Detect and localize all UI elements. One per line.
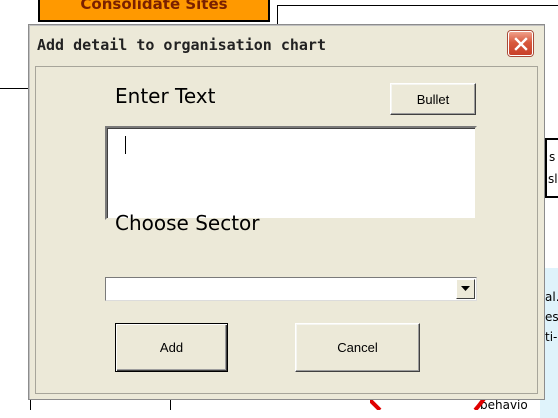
connector-line [0, 88, 30, 89]
org-chart-shape-text: es [545, 310, 558, 324]
text-caret [125, 136, 126, 154]
close-icon [513, 36, 528, 51]
sector-select[interactable] [105, 277, 477, 301]
connector-line [277, 5, 558, 6]
text-input[interactable] [105, 126, 477, 220]
org-chart-box [545, 138, 558, 198]
connector-line [170, 400, 171, 410]
org-chart-header-text: Consolidate Sites [80, 0, 228, 13]
dialog-client-area: Enter Text Bullet Choose Sector Add Canc… [35, 66, 538, 394]
dialog-title: Add detail to organisation chart [37, 36, 326, 54]
choose-sector-label: Choose Sector [115, 211, 260, 235]
connector-line [277, 5, 278, 25]
org-chart-header-box: Consolidate Sites [38, 0, 270, 22]
org-chart-shape-text: al. [545, 290, 558, 304]
dialog-titlebar[interactable]: Add detail to organisation chart [29, 25, 544, 61]
bullet-button[interactable]: Bullet [390, 83, 476, 115]
org-chart-box-text: sl [548, 172, 558, 186]
add-detail-dialog: Add detail to organisation chart Enter T… [28, 24, 545, 400]
cancel-button[interactable]: Cancel [295, 323, 420, 372]
enter-text-label: Enter Text [115, 84, 216, 108]
close-button[interactable] [508, 31, 533, 56]
chevron-down-icon [461, 286, 470, 291]
sector-dropdown-button[interactable] [456, 279, 475, 299]
org-chart-box-text: s [549, 150, 556, 164]
connector-line [30, 400, 31, 410]
add-button[interactable]: Add [115, 323, 228, 372]
